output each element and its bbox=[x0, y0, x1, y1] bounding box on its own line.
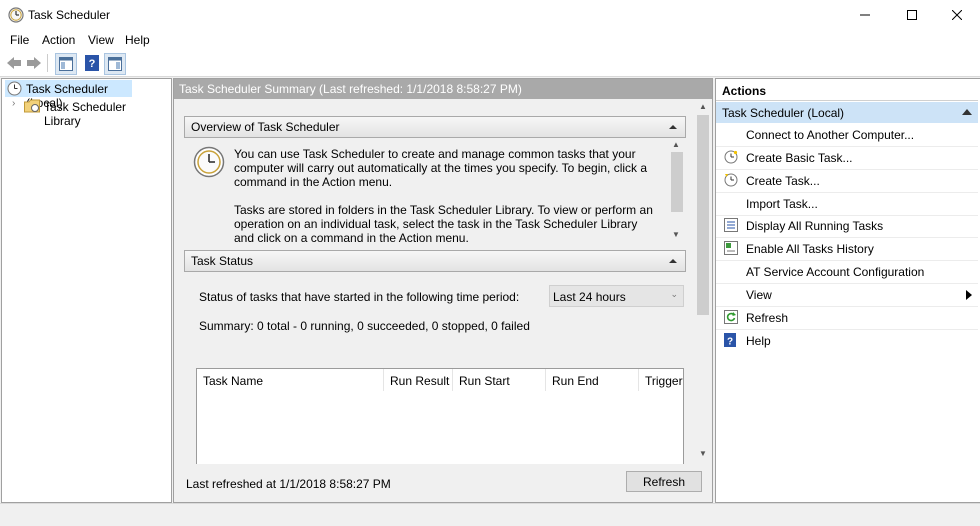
maximize-icon bbox=[907, 10, 917, 20]
summary-header: Task Scheduler Summary (Last refreshed: … bbox=[174, 79, 712, 99]
actions-group-label: Task Scheduler (Local) bbox=[722, 106, 845, 120]
menu-action[interactable]: Action bbox=[42, 33, 75, 47]
column-header-task-name[interactable]: Task Name bbox=[197, 369, 384, 391]
overview-scrollbar[interactable]: ▲ ▼ bbox=[670, 138, 684, 243]
close-icon bbox=[952, 10, 962, 20]
history-icon bbox=[724, 241, 738, 255]
task-status-table: Task Name Run Result Run Start Run End T… bbox=[196, 368, 684, 465]
overview-paragraph-1: You can use Task Scheduler to create and… bbox=[234, 147, 648, 189]
action-create-basic-task[interactable]: Create Basic Task... bbox=[716, 147, 978, 170]
collapse-arrow-icon[interactable] bbox=[962, 109, 972, 115]
title-bar: Task Scheduler bbox=[0, 0, 980, 30]
collapse-arrow-icon[interactable] bbox=[669, 259, 677, 263]
action-connect[interactable]: Connect to Another Computer... bbox=[716, 124, 978, 147]
forward-button[interactable] bbox=[24, 53, 44, 73]
action-display-running-tasks[interactable]: Display All Running Tasks bbox=[716, 215, 978, 238]
scrollbar-thumb[interactable] bbox=[697, 115, 709, 315]
scroll-down-icon[interactable]: ▼ bbox=[699, 449, 707, 458]
scroll-down-icon[interactable]: ▼ bbox=[672, 230, 680, 239]
minimize-icon bbox=[860, 14, 870, 16]
minimize-button[interactable] bbox=[842, 0, 888, 30]
show-hide-console-tree-button[interactable] bbox=[55, 53, 77, 75]
status-summary: Summary: 0 total - 0 running, 0 succeede… bbox=[199, 319, 530, 333]
refresh-icon bbox=[724, 310, 738, 324]
expand-chevron-icon[interactable]: › bbox=[12, 98, 15, 109]
refresh-button[interactable]: Refresh bbox=[626, 471, 702, 492]
help-icon: ? bbox=[724, 333, 736, 348]
action-refresh[interactable]: Refresh bbox=[716, 307, 978, 330]
scroll-up-icon[interactable]: ▲ bbox=[672, 140, 680, 149]
overview-paragraph-2: Tasks are stored in folders in the Task … bbox=[234, 203, 653, 243]
action-help[interactable]: ? Help bbox=[716, 330, 978, 352]
column-header-run-result[interactable]: Run Result bbox=[384, 369, 453, 391]
last-refreshed-text: Last refreshed at 1/1/2018 8:58:27 PM bbox=[186, 477, 391, 491]
tree-item-label: Task Scheduler Library bbox=[44, 100, 127, 128]
overview-section-header[interactable]: Overview of Task Scheduler bbox=[184, 116, 686, 138]
submenu-arrow-icon bbox=[966, 290, 972, 300]
back-button[interactable] bbox=[4, 53, 24, 73]
scroll-up-icon[interactable]: ▲ bbox=[699, 102, 707, 111]
period-select[interactable]: Last 24 hours ⌄ bbox=[549, 285, 684, 307]
tree-item-task-scheduler-local[interactable]: Task Scheduler (Local) bbox=[5, 80, 132, 110]
back-arrow-icon bbox=[7, 57, 21, 69]
tree-item-task-scheduler-library[interactable]: Task Scheduler Library bbox=[23, 98, 163, 128]
action-import-task[interactable]: Import Task... bbox=[716, 193, 978, 216]
collapse-arrow-icon[interactable] bbox=[669, 125, 677, 129]
task-status-title: Task Status bbox=[191, 254, 254, 268]
help-book-icon: ? bbox=[85, 55, 99, 71]
svg-text:?: ? bbox=[89, 58, 96, 70]
new-task-icon bbox=[724, 173, 738, 187]
status-bar bbox=[0, 503, 980, 526]
action-view[interactable]: View bbox=[716, 284, 978, 307]
menu-file[interactable]: File bbox=[10, 33, 29, 47]
clock-icon bbox=[7, 81, 22, 96]
action-create-task[interactable]: Create Task... bbox=[716, 170, 978, 193]
console-tree-icon bbox=[59, 57, 73, 71]
forward-arrow-icon bbox=[27, 57, 41, 69]
close-button[interactable] bbox=[934, 0, 980, 30]
toolbar-separator bbox=[47, 54, 48, 72]
summary-header-text: Task Scheduler Summary (Last refreshed: … bbox=[179, 82, 522, 96]
menu-bar: File Action View Help bbox=[0, 30, 980, 50]
summary-scrollbar[interactable]: ▲ ▼ bbox=[695, 100, 711, 462]
chevron-down-icon: ⌄ bbox=[670, 289, 678, 299]
actions-pane: Actions Task Scheduler (Local) Connect t… bbox=[715, 78, 980, 503]
task-scheduler-clock-icon bbox=[193, 146, 225, 178]
maximize-button[interactable] bbox=[889, 0, 935, 30]
actions-title: Actions bbox=[722, 84, 767, 98]
svg-text:?: ? bbox=[727, 337, 733, 348]
actions-header: Actions bbox=[716, 79, 978, 101]
list-icon bbox=[724, 218, 738, 232]
actions-group-header[interactable]: Task Scheduler (Local) bbox=[716, 102, 978, 123]
task-status-section-header[interactable]: Task Status bbox=[184, 250, 686, 272]
overview-body: You can use Task Scheduler to create and… bbox=[184, 138, 684, 243]
folder-clock-icon bbox=[24, 99, 40, 113]
task-scheduler-app-icon bbox=[8, 7, 24, 23]
clock-wand-icon bbox=[724, 150, 738, 164]
show-hide-action-pane-button[interactable] bbox=[104, 53, 126, 75]
period-label: Status of tasks that have started in the… bbox=[199, 290, 520, 304]
action-enable-history[interactable]: Enable All Tasks History bbox=[716, 238, 978, 261]
console-tree-pane: Task Scheduler (Local) › Task Scheduler … bbox=[1, 78, 172, 503]
action-pane-icon bbox=[108, 57, 122, 71]
column-header-run-start[interactable]: Run Start bbox=[453, 369, 546, 391]
column-header-trigger[interactable]: Trigger bbox=[639, 369, 683, 391]
summary-pane: Task Scheduler Summary (Last refreshed: … bbox=[173, 78, 713, 503]
help-toolbar-button[interactable]: ? bbox=[82, 53, 102, 73]
menu-view[interactable]: View bbox=[88, 33, 114, 47]
action-at-service-account[interactable]: AT Service Account Configuration bbox=[716, 261, 978, 284]
summary-footer: Last refreshed at 1/1/2018 8:58:27 PM Re… bbox=[174, 464, 712, 502]
column-header-run-end[interactable]: Run End bbox=[546, 369, 639, 391]
window-title: Task Scheduler bbox=[28, 8, 111, 22]
overview-title: Overview of Task Scheduler bbox=[191, 120, 340, 134]
period-select-value: Last 24 hours bbox=[553, 290, 626, 304]
scrollbar-thumb[interactable] bbox=[671, 152, 683, 212]
menu-help[interactable]: Help bbox=[125, 33, 150, 47]
toolbar: ? bbox=[0, 50, 980, 77]
